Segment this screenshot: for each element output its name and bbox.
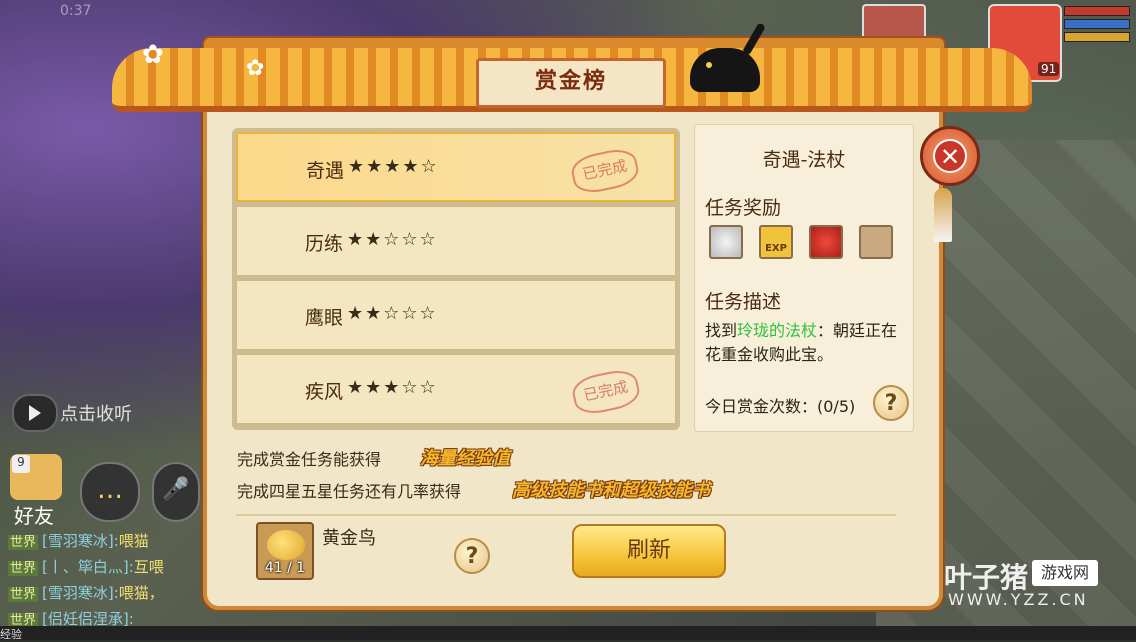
cat-eye bbox=[706, 62, 712, 68]
flower-decoration-icon: ✿ bbox=[246, 56, 265, 81]
chat-sender[interactable]: [雪羽寒冰]: bbox=[42, 584, 119, 602]
anger-bar bbox=[1064, 32, 1130, 42]
chat-sender[interactable]: [丨、筚白灬]: bbox=[42, 558, 134, 576]
red-pouch-icon[interactable] bbox=[809, 225, 843, 259]
task-item-lilian[interactable]: 历练 ★★☆☆☆ bbox=[236, 206, 676, 276]
chat-line[interactable]: 世界 [雪羽寒冰]:喂猫 bbox=[8, 530, 208, 556]
chat-channel: 世界 bbox=[8, 535, 39, 550]
exp-bar: 经验 bbox=[0, 626, 1136, 641]
task-detail-title: 奇遇-法杖 bbox=[762, 149, 846, 171]
task-name: 疾风 bbox=[305, 381, 344, 403]
chat-message: 喂猫， bbox=[118, 584, 164, 602]
info-line-2: 完成四星五星任务还有几率获得 bbox=[237, 482, 462, 501]
watermark-url: WWW.YZZ.CN bbox=[948, 590, 1089, 609]
info-highlight-1: 海量经验值 bbox=[420, 448, 510, 469]
task-item-qiyu[interactable]: 奇遇 ★★★★☆ 已完成 bbox=[236, 132, 676, 202]
refresh-button[interactable]: 刷新 bbox=[572, 524, 726, 578]
close-icon: ✕ bbox=[933, 139, 967, 173]
task-name: 鹰眼 bbox=[305, 307, 344, 329]
chat-line[interactable]: 世界 [丨、筚白灬]:互喂 bbox=[8, 556, 208, 582]
black-cat-decoration bbox=[690, 48, 760, 92]
completed-stamp: 已完成 bbox=[568, 145, 642, 197]
task-name: 历练 bbox=[305, 233, 344, 255]
chat-log: 世界 [雪羽寒冰]:喂猫 世界 [丨、筚白灬]:互喂 世界 [雪羽寒冰]:喂猫， 世界… bbox=[8, 530, 208, 634]
bird-help-button[interactable]: ? bbox=[454, 538, 490, 574]
exp-icon[interactable]: EXP bbox=[759, 225, 793, 259]
close-button[interactable]: ✕ bbox=[920, 126, 980, 186]
panel-title: 赏金榜 bbox=[476, 58, 666, 108]
daily-bounty-count: 今日赏金次数：(0/5) bbox=[705, 397, 856, 416]
hp-bar bbox=[1064, 6, 1130, 16]
chat-message: 喂猫 bbox=[118, 532, 149, 550]
golden-bird-name: 黄金鸟 bbox=[322, 528, 376, 549]
player-status-bars bbox=[1064, 6, 1130, 45]
tassel-decoration bbox=[934, 188, 952, 242]
reward-heading: 任务奖励 bbox=[705, 197, 782, 219]
task-stars: ★★☆☆☆ bbox=[347, 229, 438, 250]
task-item-jifeng[interactable]: 疾风 ★★★☆☆ 已完成 bbox=[236, 354, 676, 424]
microphone-button[interactable]: 🎤 bbox=[152, 462, 200, 522]
system-time: 0:37 bbox=[60, 3, 92, 19]
exp-label: 经验 bbox=[0, 628, 22, 641]
info-line-1: 完成赏金任务能获得 bbox=[237, 450, 382, 469]
chat-sender[interactable]: [雪羽寒冰]: bbox=[42, 532, 119, 550]
friend-label: 好友 bbox=[14, 504, 54, 528]
completed-stamp: 已完成 bbox=[569, 366, 643, 418]
chat-line[interactable]: 世界 [雪羽寒冰]:喂猫， bbox=[8, 582, 208, 608]
info-highlight-2: 高级技能书和超级技能书 bbox=[512, 480, 710, 501]
mp-bar bbox=[1064, 19, 1130, 29]
task-name: 奇遇 bbox=[306, 160, 345, 182]
player-level: 91 bbox=[1038, 62, 1060, 76]
task-description: 找到玲珑的法杖：朝廷正在花重金收购此宝。 bbox=[705, 319, 909, 367]
task-stars: ★★★☆☆ bbox=[347, 377, 438, 398]
task-detail-panel: 奇遇-法杖 任务奖励 EXP 任务描述 找到玲珑的法杖：朝廷正在花重金收购此宝。… bbox=[694, 124, 914, 432]
divider bbox=[236, 514, 896, 516]
chat-channel: 世界 bbox=[8, 561, 39, 576]
task-stars: ★★★★☆ bbox=[348, 156, 439, 177]
task-item-yingyan[interactable]: 鹰眼 ★★☆☆☆ bbox=[236, 280, 676, 350]
empty-reward-slot bbox=[859, 225, 893, 259]
voice-play-button[interactable] bbox=[12, 394, 58, 432]
task-stars: ★★☆☆☆ bbox=[347, 303, 438, 324]
golden-bird-icon bbox=[267, 530, 305, 560]
silver-coin-icon[interactable] bbox=[709, 225, 743, 259]
desc-prefix: 找到 bbox=[705, 321, 738, 340]
help-button[interactable]: ? bbox=[873, 385, 909, 421]
watermark-box: 游戏网 bbox=[1032, 560, 1098, 586]
chat-message: 互喂 bbox=[133, 558, 164, 576]
golden-bird-count: 41 / 1 bbox=[264, 560, 306, 576]
chat-channel: 世界 bbox=[8, 587, 39, 602]
voice-play-label: 点击收听 bbox=[60, 404, 132, 425]
flower-decoration-icon: ✿ bbox=[142, 40, 164, 70]
friend-count-badge: 9 bbox=[12, 455, 30, 473]
chat-bubble-button[interactable]: … bbox=[80, 462, 140, 522]
desc-highlight: 玲珑的法杖 bbox=[737, 321, 818, 340]
golden-bird-item[interactable]: 41 / 1 bbox=[256, 522, 314, 580]
description-heading: 任务描述 bbox=[705, 291, 782, 313]
